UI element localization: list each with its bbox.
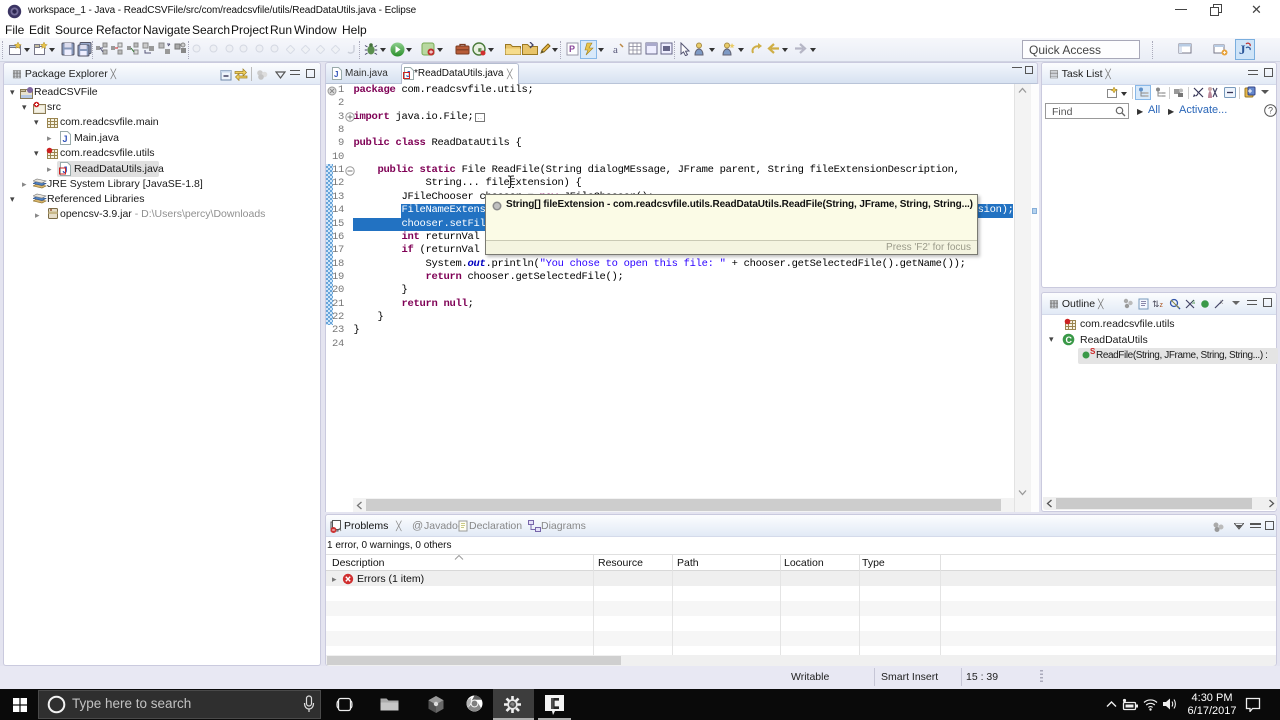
svg-text:P: P (569, 44, 575, 54)
svg-text:J: J (1239, 42, 1246, 57)
svg-text:?: ? (1268, 106, 1273, 116)
svg-text:x: x (1220, 300, 1223, 306)
svg-text:s: s (1192, 300, 1195, 306)
svg-text:⇅z: ⇅z (1152, 299, 1164, 309)
svg-text:J: J (63, 134, 68, 144)
svg-text:J: J (334, 70, 338, 79)
svg-text:C: C (1066, 335, 1073, 345)
svg-text:a: a (613, 44, 618, 55)
